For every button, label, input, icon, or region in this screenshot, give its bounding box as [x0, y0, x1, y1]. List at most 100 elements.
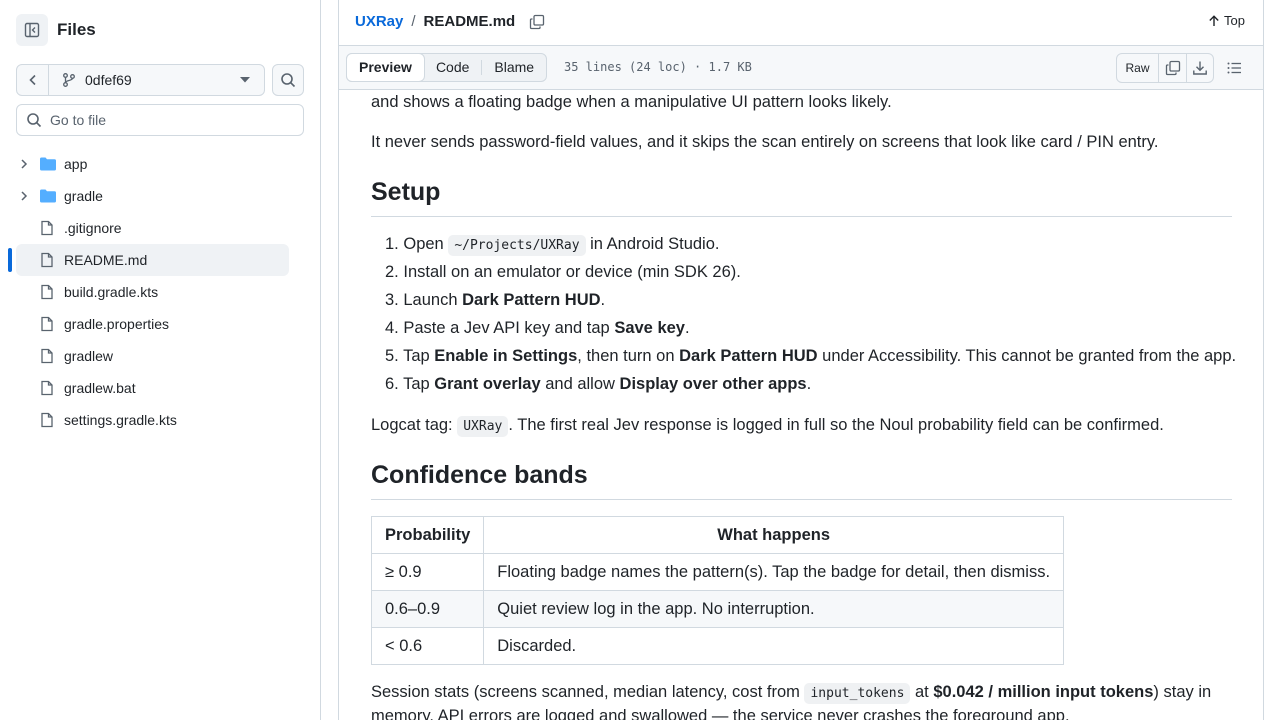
paragraph: It never sends password-field values, an… — [371, 133, 1159, 151]
back-button[interactable] — [17, 65, 49, 95]
tab-preview[interactable]: Preview — [346, 53, 425, 82]
breadcrumb: UXRay / README.md — [355, 13, 545, 30]
table-row: < 0.6 Discarded. — [370, 627, 1065, 665]
top-label: Top — [1224, 13, 1245, 28]
folder-icon — [40, 189, 56, 203]
table-cell: Floating badge names the pattern(s). Tap… — [483, 553, 1065, 591]
setup-steps-list: 1. Open ~/Projects/UXRay in Android Stud… — [371, 232, 1236, 393]
list-item: 1. Open ~/Projects/UXRay in Android Stud… — [385, 232, 719, 258]
folder-icon — [40, 157, 56, 171]
tree-item-readme[interactable]: README.md — [0, 244, 321, 276]
tree-item-gradlew[interactable]: gradlew — [0, 340, 321, 372]
caret-down-icon — [240, 77, 250, 83]
tree-item-label: gradlew.bat — [64, 380, 136, 396]
session-paragraph-cont: memory. API errors are logged and swallo… — [371, 707, 1070, 720]
table-cell: ≥ 0.9 — [370, 553, 485, 591]
copy-icon — [1165, 60, 1180, 76]
chevron-right-icon[interactable] — [18, 158, 30, 170]
tree-item-gradle[interactable]: gradle — [0, 180, 321, 212]
file-tree: app gradle .gitignore README.md build.gr… — [0, 148, 321, 436]
top-button[interactable]: Top — [1208, 13, 1245, 28]
download-icon — [1193, 61, 1207, 75]
session-paragraph: Session stats (screens scanned, median l… — [371, 680, 1232, 706]
markdown-preview: and shows a floating badge when a manipu… — [338, 90, 1264, 720]
tab-blame[interactable]: Blame — [482, 54, 546, 81]
tree-item-build-gradle[interactable]: build.gradle.kts — [0, 276, 321, 308]
table-header-row: Probability What happens — [370, 516, 1065, 554]
inline-code: input_tokens — [804, 683, 911, 704]
heading-confidence-bands: Confidence bands — [371, 461, 588, 489]
list-item: 2. Install on an emulator or device (min… — [385, 263, 741, 281]
copy-raw-button[interactable] — [1159, 54, 1186, 82]
sidebar-header: Files — [16, 14, 96, 46]
table-header: Probability — [370, 516, 485, 554]
arrow-up-icon — [1209, 14, 1219, 26]
tree-item-gitignore[interactable]: .gitignore — [0, 212, 321, 244]
go-to-file-placeholder: Go to file — [50, 112, 107, 128]
table-cell: 0.6–0.9 — [370, 590, 485, 628]
tree-item-label: app — [64, 156, 88, 172]
view-segmented-control: Preview Code Blame — [346, 53, 548, 82]
tree-item-label: settings.gradle.kts — [64, 412, 177, 428]
file-toolbar: Preview Code Blame 35 lines (24 loc) · 1… — [338, 45, 1264, 90]
tree-item-label: gradle.properties — [64, 316, 170, 332]
tab-code[interactable]: Code — [424, 54, 481, 81]
inline-code: ~/Projects/UXRay — [448, 235, 586, 256]
chevron-right-icon[interactable] — [18, 190, 30, 202]
tree-item-label: build.gradle.kts — [64, 284, 159, 300]
list-item: 3. Launch Dark Pattern HUD. — [385, 291, 606, 309]
selected-indicator — [8, 248, 12, 272]
file-header: UXRay / README.md Top — [338, 0, 1264, 45]
raw-button[interactable]: Raw — [1117, 54, 1159, 82]
list-item: 6. Tap Grant overlay and allow Display o… — [385, 375, 812, 393]
tree-item-label: README.md — [64, 252, 148, 268]
search-button[interactable] — [272, 64, 304, 96]
chevron-left-icon — [28, 74, 36, 86]
search-icon — [281, 73, 296, 88]
sidebar-title: Files — [57, 20, 96, 39]
table-row: ≥ 0.9 Floating badge names the pattern(s… — [370, 553, 1065, 591]
file-actions: Raw — [1116, 53, 1214, 83]
file-icon — [41, 220, 53, 236]
heading-divider — [371, 216, 1232, 217]
tree-item-label: gradle — [64, 188, 103, 204]
outline-list-icon[interactable] — [1226, 60, 1242, 76]
paragraph: and shows a floating badge when a manipu… — [371, 93, 892, 111]
table-header: What happens — [483, 516, 1065, 554]
list-item: 5. Tap Enable in Settings, then turn on … — [385, 347, 1237, 365]
list-item: 4. Paste a Jev API key and tap Save key. — [385, 319, 690, 337]
collapse-sidebar-button[interactable] — [16, 14, 48, 46]
branch-selector: 0dfef69 — [16, 64, 265, 96]
table-row: 0.6–0.9 Quiet review log in the app. No … — [370, 590, 1065, 628]
search-icon — [27, 113, 42, 128]
file-icon — [41, 380, 53, 396]
tree-item-app[interactable]: app — [0, 148, 321, 180]
file-icon — [41, 252, 53, 268]
file-meta: 35 lines (24 loc) · 1.7 KB — [564, 60, 752, 74]
breadcrumb-repo-link[interactable]: UXRay — [355, 13, 403, 30]
heading-divider — [371, 499, 1232, 500]
download-button[interactable] — [1186, 54, 1213, 82]
file-icon — [41, 316, 53, 332]
file-icon — [41, 412, 53, 428]
tree-item-gradlew-bat[interactable]: gradlew.bat — [0, 372, 321, 404]
logcat-paragraph: Logcat tag: UXRay. The first real Jev re… — [371, 413, 1232, 439]
go-to-file-input[interactable]: Go to file — [16, 104, 304, 136]
breadcrumb-separator: / — [411, 13, 416, 30]
table-cell: Quiet review log in the app. No interrup… — [483, 590, 1065, 628]
git-branch-icon — [63, 73, 75, 87]
tree-item-settings-gradle[interactable]: settings.gradle.kts — [0, 404, 321, 436]
branch-dropdown[interactable]: 0dfef69 — [49, 65, 264, 95]
table-cell: < 0.6 — [370, 627, 485, 665]
sidebar-collapse-icon — [24, 22, 40, 38]
tree-item-label: gradlew — [64, 348, 114, 364]
file-tree-sidebar: Files 0dfef69 Go to file app gradle .git… — [0, 0, 321, 720]
selected-highlight — [16, 244, 289, 276]
tree-item-gradle-properties[interactable]: gradle.properties — [0, 308, 321, 340]
breadcrumb-file: README.md — [423, 13, 516, 30]
branch-name: 0dfef69 — [85, 72, 132, 88]
confidence-table: Probability What happens ≥ 0.9 Floating … — [370, 516, 1065, 665]
copy-icon[interactable] — [529, 14, 545, 30]
branch-row: 0dfef69 — [16, 64, 304, 96]
tree-item-label: .gitignore — [64, 220, 122, 236]
